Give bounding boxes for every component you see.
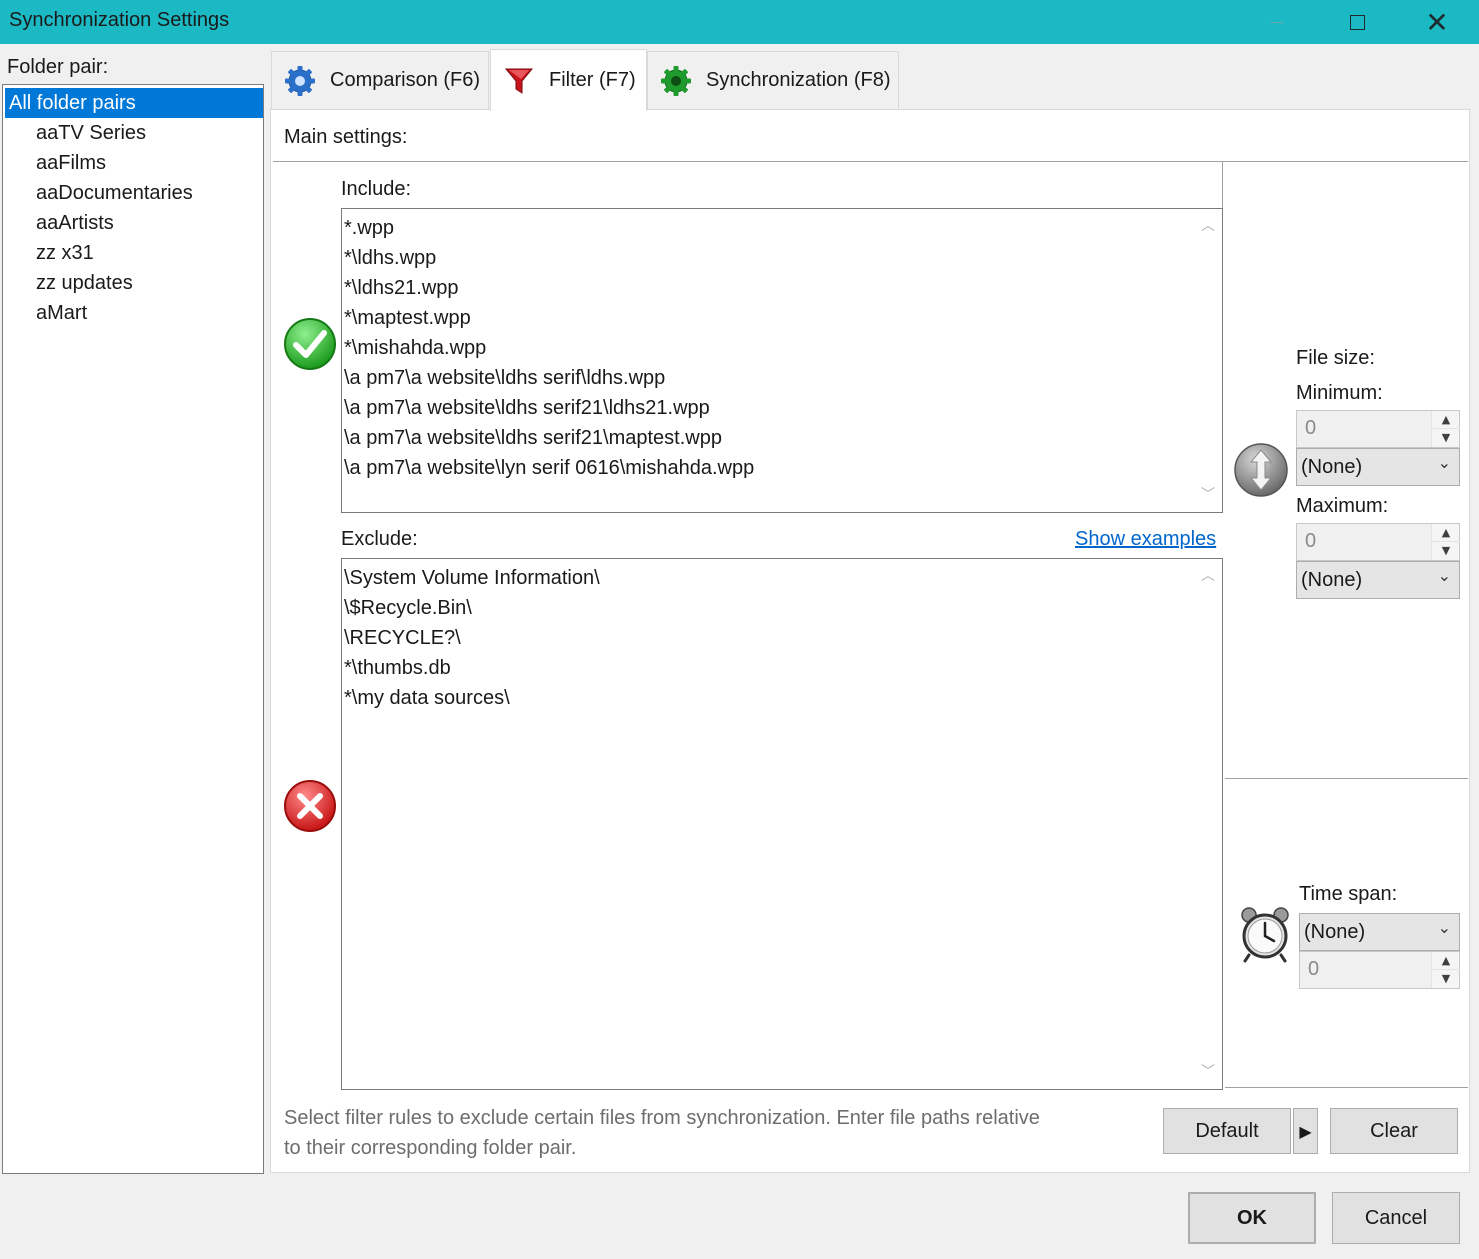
exclude-line: *\my data sources\ [344,687,510,709]
exclude-scrollbar[interactable]: ︿ ﹀ [1194,559,1222,1089]
include-line: *\mishahda.wpp [344,337,487,359]
time-span-input[interactable]: 0 ▲ ▼ [1299,951,1460,989]
gear-blue-icon [285,65,315,96]
exclude-label: Exclude: [341,528,418,550]
time-span-value: 0 [1308,958,1320,980]
minimize-icon [1270,21,1284,23]
minimum-unit-value: (None) [1301,456,1363,478]
include-line: *\maptest.wpp [344,307,471,329]
close-icon: ✕ [1425,5,1449,39]
title-bar: Synchronization Settings ✕ [0,0,1479,44]
maximize-button[interactable] [1327,0,1387,44]
folder-pair-item[interactable]: aaTV Series [3,118,261,148]
window-title: Synchronization Settings [9,9,230,31]
divider [273,161,1468,162]
folder-pair-item[interactable]: aaArtists [3,208,261,238]
chevron-down-icon: ⌄ [1437,918,1451,937]
file-size-label: File size: [1296,347,1375,369]
ok-button[interactable]: OK [1188,1192,1316,1244]
include-line: \a pm7\a website\ldhs serif\ldhs.wpp [344,367,666,389]
folder-pair-item[interactable]: All folder pairs [5,88,263,118]
minimum-value: 0 [1305,417,1317,439]
scroll-up-icon[interactable]: ︿ [1194,565,1222,587]
folder-pair-item[interactable]: aMart [3,298,261,328]
include-line: *\ldhs.wpp [344,247,437,269]
maximum-value: 0 [1305,530,1317,552]
include-label: Include: [341,178,412,200]
include-line: \a pm7\a website\ldhs serif21\maptest.wp… [344,427,722,449]
spin-up-icon[interactable]: ▲ [1432,411,1460,429]
tab-label: Filter (F7) [549,69,636,91]
include-line: *\ldhs21.wpp [344,277,459,299]
exclude-line: \System Volume Information\ [344,567,600,589]
folder-pair-item[interactable]: aaDocumentaries [3,178,261,208]
checkmark-icon [284,318,336,370]
exclude-line: *\thumbs.db [344,657,451,679]
close-button[interactable]: ✕ [1407,0,1467,44]
include-line: \a pm7\a website\lyn serif 0616\mishahda… [344,457,755,479]
include-textbox[interactable]: *.wpp *\ldhs.wpp *\ldhs21.wpp *\maptest.… [341,208,1223,513]
include-scrollbar[interactable]: ︿ ﹀ [1194,209,1222,512]
chevron-down-icon: ⌄ [1437,566,1451,585]
funnel-icon [504,68,534,94]
default-button[interactable]: Default [1163,1108,1291,1154]
tab-filter[interactable]: Filter (F7) [490,49,647,111]
folder-pair-item[interactable]: aaFilms [3,148,261,178]
minimum-size-input[interactable]: 0 ▲ ▼ [1296,410,1460,448]
filter-panel: Main settings: Include: *.wpp *\ldhs.wpp… [270,109,1470,1173]
gear-green-icon [661,65,691,96]
cancel-button[interactable]: Cancel [1332,1192,1460,1244]
divider [1225,1087,1468,1088]
tab-synchronization[interactable]: Synchronization (F8) [647,51,899,109]
include-line: \a pm7\a website\ldhs serif21\ldhs21.wpp [344,397,710,419]
tab-label: Synchronization (F8) [706,69,891,91]
time-span-unit-value: (None) [1304,921,1366,943]
maximum-label: Maximum: [1296,495,1389,517]
file-size-icon [1234,443,1288,497]
maximum-unit-dropdown[interactable]: (None) ⌄ [1296,561,1460,599]
tab-label: Comparison (F6) [330,69,481,91]
minimum-label: Minimum: [1296,382,1383,404]
spin-up-icon[interactable]: ▲ [1432,952,1460,970]
time-span-dropdown[interactable]: (None) ⌄ [1299,913,1460,951]
cross-icon [284,780,336,832]
clear-button[interactable]: Clear [1330,1108,1458,1154]
folder-pair-item[interactable]: zz updates [3,268,261,298]
default-menu-button[interactable]: ▶ [1293,1108,1318,1154]
folder-pair-item[interactable]: zz x31 [3,238,261,268]
spin-down-icon[interactable]: ▼ [1432,429,1460,447]
show-examples-link[interactable]: Show examples [1075,528,1216,551]
exclude-line: \$Recycle.Bin\ [344,597,472,619]
chevron-down-icon: ⌄ [1437,453,1451,472]
alarm-clock-icon [1241,907,1289,963]
caret-right-icon: ▶ [1299,1121,1312,1141]
main-settings-label: Main settings: [284,126,408,148]
exclude-line: \RECYCLE?\ [344,627,461,649]
minimize-button[interactable] [1247,0,1307,44]
scroll-down-icon[interactable]: ﹀ [1194,484,1222,506]
folder-pair-label: Folder pair: [7,56,109,78]
spin-up-icon[interactable]: ▲ [1432,524,1460,542]
spin-down-icon[interactable]: ▼ [1432,542,1460,560]
divider [1225,778,1468,779]
scroll-up-icon[interactable]: ︿ [1194,215,1222,237]
include-line: *.wpp [344,217,395,239]
maximize-icon [1349,14,1365,30]
time-span-label: Time span: [1299,883,1398,905]
maximum-size-input[interactable]: 0 ▲ ▼ [1296,523,1460,561]
spin-down-icon[interactable]: ▼ [1432,970,1460,988]
folder-pair-list[interactable]: All folder pairs aaTV Series aaFilms aaD… [2,84,264,1174]
minimum-unit-dropdown[interactable]: (None) ⌄ [1296,448,1460,486]
scroll-down-icon[interactable]: ﹀ [1194,1061,1222,1083]
filter-description: Select filter rules to exclude certain f… [284,1107,1040,1159]
maximum-unit-value: (None) [1301,569,1363,591]
tab-comparison[interactable]: Comparison (F6) [271,51,489,109]
exclude-textbox[interactable]: \System Volume Information\ \$Recycle.Bi… [341,558,1223,1090]
